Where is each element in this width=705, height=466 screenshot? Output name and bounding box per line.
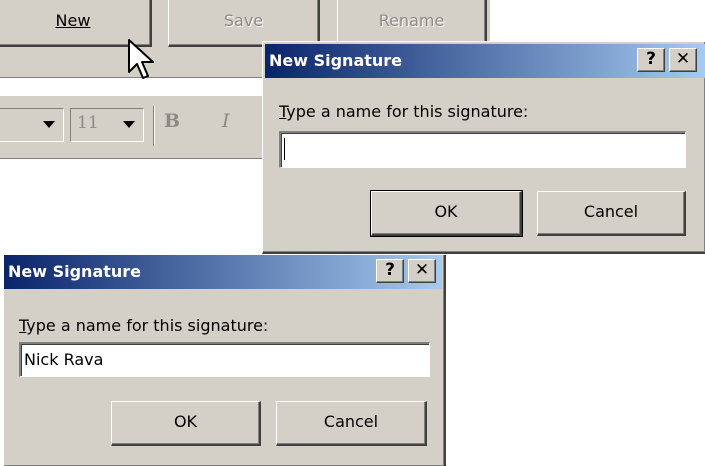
close-button[interactable]: ✕ [669,48,697,72]
font-size-dropdown[interactable]: 11 [70,108,144,142]
italic-button[interactable]: I [222,110,230,132]
font-size-value: 11 [77,113,99,133]
signature-name-prompt: Type a name for this signature: [19,316,268,335]
question-mark-icon: ? [385,260,395,280]
cancel-button[interactable]: Cancel [537,191,686,236]
rename-button-label: Rename [378,11,445,30]
signature-name-input[interactable]: Nick Rava [19,342,430,377]
rename-button[interactable]: Rename [337,0,487,47]
new-signature-dialog-filled: New Signature ? ✕ Type a name for this s… [4,255,446,466]
font-name-dropdown[interactable] [0,108,64,142]
question-mark-icon: ? [646,49,656,69]
ok-button[interactable]: OK [370,190,523,237]
arrow-cursor-icon [128,39,154,79]
new-button-label: New [55,11,91,30]
help-button[interactable]: ? [637,48,665,72]
bold-button[interactable]: B [164,110,180,132]
dialog-title: New Signature [8,262,142,281]
chevron-down-icon [123,121,135,128]
ok-button-label: OK [173,412,198,431]
dialog-title: New Signature [269,51,403,70]
cancel-button[interactable]: Cancel [276,401,427,446]
toolbar-separator [153,106,155,146]
text-caret [284,137,285,160]
close-icon: ✕ [414,260,430,280]
formatting-toolbar: 11 B I [0,95,262,159]
ok-button[interactable]: OK [111,401,261,446]
signature-name-value: Nick Rava [24,350,104,369]
new-signature-dialog-empty: New Signature ? ✕ Type a name for this s… [262,41,705,254]
chevron-down-icon [43,121,55,128]
cancel-button-label: Cancel [323,412,379,431]
save-button-label: Save [223,11,264,30]
prompt-text: ype a name for this signature: [286,102,529,121]
dialog-titlebar: New Signature ? ✕ [265,44,705,78]
close-button[interactable]: ✕ [408,259,436,283]
prompt-text: ype a name for this signature: [26,316,269,335]
close-icon: ✕ [675,49,691,69]
save-button[interactable]: Save [168,0,320,47]
signature-name-prompt: Type a name for this signature: [279,102,528,121]
cancel-button-label: Cancel [583,202,639,221]
dialog-titlebar: New Signature ? ✕ [4,255,442,289]
ok-button-label: OK [434,202,458,221]
signature-name-input[interactable] [279,131,686,168]
help-button[interactable]: ? [376,259,404,283]
